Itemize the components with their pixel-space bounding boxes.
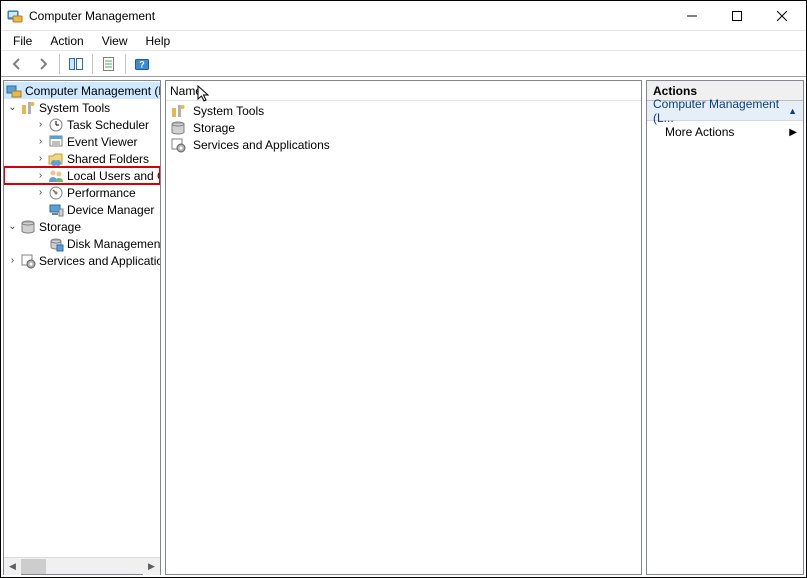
computer-management-icon xyxy=(6,83,22,99)
scroll-thumb[interactable] xyxy=(21,559,46,574)
menu-help[interactable]: Help xyxy=(138,32,179,50)
local-users-icon xyxy=(48,168,64,184)
tree-performance[interactable]: › Performance xyxy=(4,184,160,201)
tree-event-viewer[interactable]: › Event Viewer xyxy=(4,133,160,150)
scroll-right-button[interactable]: ▶ xyxy=(143,558,160,575)
tree-storage[interactable]: ⌄ Storage xyxy=(4,218,160,235)
menu-action[interactable]: Action xyxy=(42,32,91,50)
show-hide-console-tree-button[interactable] xyxy=(64,53,88,75)
expand-icon[interactable]: › xyxy=(6,254,19,267)
list-body[interactable]: System Tools Storage Services and Applic… xyxy=(166,101,641,574)
actions-pane: Actions Computer Management (L... ▲ More… xyxy=(646,80,804,575)
more-actions-label: More Actions xyxy=(665,125,734,139)
tree-disk-management[interactable]: › Disk Management xyxy=(4,235,160,252)
help-button[interactable]: ? xyxy=(130,53,154,75)
window-controls xyxy=(669,1,804,30)
list-header[interactable]: Name xyxy=(166,81,641,101)
storage-icon xyxy=(170,120,186,136)
actions-more-actions[interactable]: More Actions ▶ xyxy=(647,121,803,143)
tree-local-users-and-groups[interactable]: › Local Users and Groups xyxy=(4,167,160,184)
tree-services-and-applications[interactable]: › Services and Applications xyxy=(4,252,160,269)
services-apps-icon xyxy=(170,137,186,153)
properties-button[interactable] xyxy=(97,53,121,75)
tree-label: Local Users and Groups xyxy=(67,169,160,183)
actions-group[interactable]: Computer Management (L... ▲ xyxy=(647,101,803,121)
tree-system-tools[interactable]: ⌄ System Tools xyxy=(4,99,160,116)
tree-label: Storage xyxy=(39,220,81,234)
expand-icon[interactable]: › xyxy=(34,169,47,182)
list-item-system-tools[interactable]: System Tools xyxy=(168,102,641,119)
tree-label: System Tools xyxy=(39,101,110,115)
menu-file[interactable]: File xyxy=(5,32,40,50)
tree-task-scheduler[interactable]: › Task Scheduler xyxy=(4,116,160,133)
tree-shared-folders[interactable]: › Shared Folders xyxy=(4,150,160,167)
tree-label: Device Manager xyxy=(67,203,154,217)
disk-management-icon xyxy=(48,236,64,252)
body-container: Computer Management (Local) ⌄ System Too… xyxy=(1,77,806,577)
shared-folders-icon xyxy=(48,151,64,167)
tree-label: Performance xyxy=(67,186,136,200)
tree-label: Shared Folders xyxy=(67,152,149,166)
maximize-button[interactable] xyxy=(714,1,759,30)
scroll-left-button[interactable]: ◀ xyxy=(4,558,21,575)
tree-label: Computer Management (Local) xyxy=(25,84,160,98)
list-item-label: System Tools xyxy=(193,104,264,118)
title-bar: Computer Management xyxy=(1,1,806,31)
submenu-arrow-icon: ▶ xyxy=(789,127,797,138)
event-viewer-icon xyxy=(48,134,64,150)
tree-device-manager[interactable]: › Device Manager xyxy=(4,201,160,218)
list-item-label: Services and Applications xyxy=(193,138,330,152)
console-tree[interactable]: Computer Management (Local) ⌄ System Too… xyxy=(4,81,160,557)
collapse-triangle-icon[interactable]: ▲ xyxy=(788,106,797,116)
expand-icon[interactable]: › xyxy=(34,135,47,148)
menu-bar: File Action View Help xyxy=(1,31,806,51)
forward-button[interactable] xyxy=(31,53,55,75)
menu-view[interactable]: View xyxy=(94,32,136,50)
storage-icon xyxy=(20,219,36,235)
computer-management-window: Computer Management File Action View Hel… xyxy=(0,0,807,578)
toolbar: ? xyxy=(1,51,806,77)
svg-text:?: ? xyxy=(139,59,145,69)
tree-label: Event Viewer xyxy=(67,135,137,149)
close-button[interactable] xyxy=(759,1,804,30)
collapse-icon[interactable]: ⌄ xyxy=(6,101,19,114)
task-scheduler-icon xyxy=(48,117,64,133)
tree-label: Task Scheduler xyxy=(67,118,149,132)
list-item-label: Storage xyxy=(193,121,235,135)
console-tree-pane: Computer Management (Local) ⌄ System Too… xyxy=(3,80,161,575)
tree-root[interactable]: Computer Management (Local) xyxy=(4,82,160,99)
window-title: Computer Management xyxy=(29,9,669,23)
toolbar-separator xyxy=(59,54,60,74)
expand-icon[interactable]: › xyxy=(34,118,47,131)
toolbar-separator xyxy=(92,54,93,74)
mouse-cursor-icon xyxy=(197,85,211,103)
system-tools-icon xyxy=(170,103,186,119)
device-manager-icon xyxy=(48,202,64,218)
back-button[interactable] xyxy=(5,53,29,75)
list-item-storage[interactable]: Storage xyxy=(168,119,641,136)
horizontal-scrollbar[interactable]: ◀ ▶ xyxy=(4,557,160,574)
toolbar-separator xyxy=(125,54,126,74)
list-item-services-apps[interactable]: Services and Applications xyxy=(168,136,641,153)
tree-label: Services and Applications xyxy=(39,254,160,268)
minimize-button[interactable] xyxy=(669,1,714,30)
system-tools-icon xyxy=(20,100,36,116)
result-list-pane: Name System Tools Storage Services and A… xyxy=(165,80,642,575)
expand-icon[interactable]: › xyxy=(34,186,47,199)
scroll-track[interactable] xyxy=(21,558,143,574)
performance-icon xyxy=(48,185,64,201)
collapse-icon[interactable]: ⌄ xyxy=(6,220,19,233)
app-icon xyxy=(7,8,23,24)
expand-icon[interactable]: › xyxy=(34,152,47,165)
services-apps-icon xyxy=(20,253,36,269)
tree-label: Disk Management xyxy=(67,237,160,251)
